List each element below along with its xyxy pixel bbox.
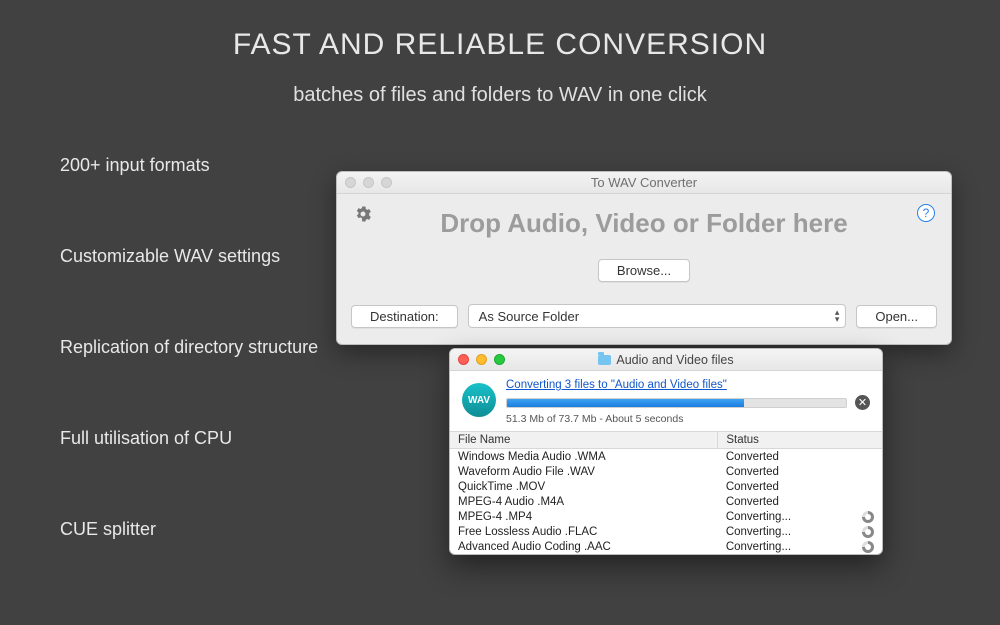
open-button[interactable]: Open...	[856, 305, 937, 328]
progress-window: Audio and Video files WAV Converting 3 f…	[449, 348, 883, 555]
column-header-status[interactable]: Status	[718, 432, 882, 449]
feature-item: 200+ input formats	[60, 155, 318, 176]
file-name-cell: Free Lossless Audio .FLAC	[450, 524, 718, 539]
window-controls[interactable]	[458, 354, 505, 365]
browse-button[interactable]: Browse...	[598, 259, 690, 282]
file-name-cell: Windows Media Audio .WMA	[450, 449, 718, 465]
spinner-icon	[862, 541, 874, 553]
file-name-cell: MPEG-4 Audio .M4A	[450, 494, 718, 509]
close-icon[interactable]	[458, 354, 469, 365]
feature-item: Full utilisation of CPU	[60, 428, 318, 449]
status-cell: Converting...	[718, 524, 882, 539]
window-controls-inactive[interactable]	[345, 177, 392, 188]
gear-icon[interactable]	[353, 204, 373, 224]
table-row[interactable]: Free Lossless Audio .FLACConverting...	[450, 524, 882, 539]
close-icon[interactable]	[345, 177, 356, 188]
status-cell: Converting...	[718, 539, 882, 554]
destination-popup[interactable]: As Source Folder ▴▾	[468, 304, 847, 328]
progress-link[interactable]: Converting 3 files to "Audio and Video f…	[506, 379, 870, 391]
table-row[interactable]: QuickTime .MOVConverted	[450, 479, 882, 494]
table-row[interactable]: MPEG-4 Audio .M4AConverted	[450, 494, 882, 509]
progress-bar-fill	[507, 399, 744, 407]
hero-subtitle: batches of files and folders to WAV in o…	[0, 84, 1000, 107]
status-cell: Converting...	[718, 509, 882, 524]
folder-icon	[598, 355, 611, 365]
status-cell: Converted	[718, 449, 882, 465]
progress-status: 51.3 Mb of 73.7 Mb - About 5 seconds	[506, 413, 870, 425]
file-table: File Name Status Windows Media Audio .WM…	[450, 431, 882, 554]
file-name-cell: Advanced Audio Coding .AAC	[450, 539, 718, 554]
window-title: To WAV Converter	[591, 175, 697, 190]
minimize-icon[interactable]	[476, 354, 487, 365]
feature-list: 200+ input formats Customizable WAV sett…	[60, 155, 318, 540]
column-header-filename[interactable]: File Name	[450, 432, 718, 449]
table-row[interactable]: MPEG-4 .MP4Converting...	[450, 509, 882, 524]
table-row[interactable]: Windows Media Audio .WMAConverted	[450, 449, 882, 465]
destination-value: As Source Folder	[479, 309, 579, 324]
progress-bar	[506, 398, 847, 408]
progress-window-titlebar[interactable]: Audio and Video files	[450, 349, 882, 371]
spinner-icon	[862, 511, 874, 523]
chevron-updown-icon: ▴▾	[835, 309, 840, 323]
window-title: Audio and Video files	[616, 349, 733, 371]
destination-button[interactable]: Destination:	[351, 305, 458, 328]
drop-window-titlebar[interactable]: To WAV Converter	[337, 172, 951, 194]
help-icon[interactable]: ?	[917, 204, 935, 222]
zoom-icon[interactable]	[494, 354, 505, 365]
hero-title: FAST AND RELIABLE CONVERSION	[0, 0, 1000, 62]
drop-window: To WAV Converter ? Drop Audio, Video or …	[336, 171, 952, 345]
cancel-button[interactable]: ✕	[855, 395, 870, 410]
file-name-cell: QuickTime .MOV	[450, 479, 718, 494]
zoom-icon[interactable]	[381, 177, 392, 188]
status-cell: Converted	[718, 464, 882, 479]
status-cell: Converted	[718, 479, 882, 494]
feature-item: Replication of directory structure	[60, 337, 318, 358]
feature-item: CUE splitter	[60, 519, 318, 540]
drop-zone-text[interactable]: Drop Audio, Video or Folder here	[351, 208, 937, 239]
table-row[interactable]: Advanced Audio Coding .AACConverting...	[450, 539, 882, 554]
spinner-icon	[862, 526, 874, 538]
feature-item: Customizable WAV settings	[60, 246, 318, 267]
file-table-body: Windows Media Audio .WMAConvertedWavefor…	[450, 449, 882, 555]
wav-badge-icon: WAV	[462, 383, 496, 417]
minimize-icon[interactable]	[363, 177, 374, 188]
file-name-cell: MPEG-4 .MP4	[450, 509, 718, 524]
table-row[interactable]: Waveform Audio File .WAVConverted	[450, 464, 882, 479]
file-name-cell: Waveform Audio File .WAV	[450, 464, 718, 479]
status-cell: Converted	[718, 494, 882, 509]
